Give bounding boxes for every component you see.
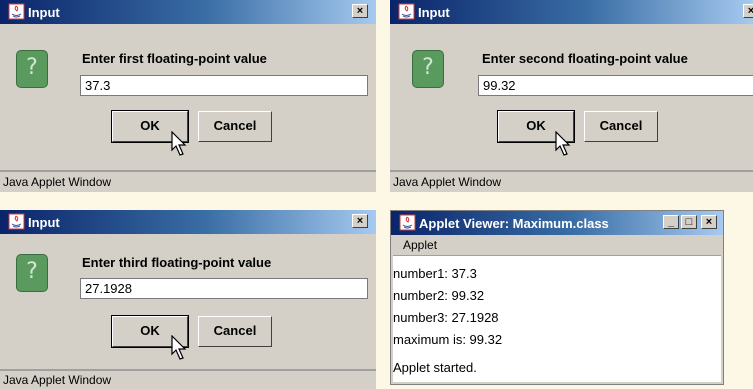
title-bar[interactable]: Input × — [390, 0, 753, 24]
java-icon — [399, 214, 416, 231]
output-line: number2: 99.32 — [393, 288, 485, 303]
input-dialog-1: Input × ? Enter first floating-point val… — [0, 0, 376, 192]
status-bar: Java Applet Window — [0, 170, 376, 192]
title-bar[interactable]: Input × — [0, 0, 376, 24]
input-dialog-2: Input × ? Enter second floating-point va… — [390, 0, 753, 192]
prompt-label: Enter third floating-point value — [82, 255, 272, 270]
question-icon: ? — [412, 50, 444, 88]
menu-applet[interactable]: Applet — [403, 238, 437, 252]
prompt-label: Enter second floating-point value — [482, 51, 688, 66]
title-bar[interactable]: Input × — [0, 210, 376, 234]
value-input[interactable]: 99.32 — [478, 75, 753, 96]
question-icon: ? — [16, 254, 48, 292]
status-bar: Java Applet Window — [0, 369, 376, 389]
cancel-button[interactable]: Cancel — [584, 111, 658, 142]
window-title: Input — [418, 5, 450, 20]
mouse-cursor-icon — [555, 131, 571, 156]
output-line: maximum is: 99.32 — [393, 332, 503, 347]
status-line: Applet started. — [393, 360, 477, 375]
value-input[interactable]: 37.3 — [80, 75, 368, 96]
mouse-cursor-icon — [171, 335, 187, 360]
window-title: Input — [28, 215, 60, 230]
close-button[interactable]: × — [352, 4, 368, 18]
prompt-label: Enter first floating-point value — [82, 51, 267, 66]
close-button[interactable]: × — [743, 4, 753, 18]
window-title: Input — [28, 5, 60, 20]
window-title: Applet Viewer: Maximum.class — [419, 216, 609, 231]
close-button[interactable]: × — [352, 214, 368, 228]
maximize-button[interactable]: □ — [681, 215, 697, 229]
mouse-cursor-icon — [171, 131, 187, 156]
cancel-button[interactable]: Cancel — [198, 316, 272, 347]
status-bar: Java Applet Window — [390, 170, 753, 192]
question-icon: ? — [16, 50, 48, 88]
close-button[interactable]: × — [701, 215, 717, 229]
java-icon — [8, 213, 25, 230]
applet-output: number1: 37.3 number2: 99.32 number3: 27… — [393, 255, 721, 382]
output-line: number1: 37.3 — [393, 266, 477, 281]
title-bar[interactable]: Applet Viewer: Maximum.class _ □ × — [391, 211, 723, 235]
applet-viewer-window: Applet Viewer: Maximum.class _ □ × Apple… — [390, 210, 724, 385]
cancel-button[interactable]: Cancel — [198, 111, 272, 142]
minimize-button[interactable]: _ — [663, 215, 679, 229]
menu-bar: Applet — [391, 235, 723, 254]
output-line: number3: 27.1928 — [393, 310, 499, 325]
input-dialog-3: Input × ? Enter third floating-point val… — [0, 210, 376, 389]
value-input[interactable]: 27.1928 — [80, 278, 368, 299]
java-icon — [8, 3, 25, 20]
java-icon — [398, 3, 415, 20]
